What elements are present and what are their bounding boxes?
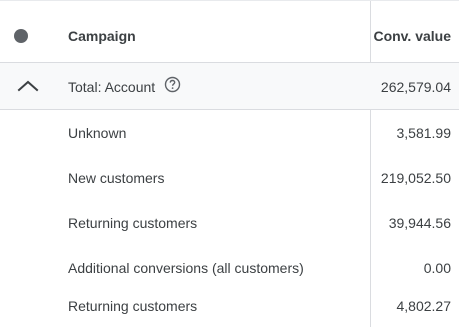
column-header-conv-value[interactable]: Conv. value <box>373 28 451 44</box>
row-value: 39,944.56 <box>388 215 451 231</box>
table-header: Campaign Conv. value <box>0 1 459 63</box>
status-dot-icon[interactable] <box>14 29 28 43</box>
column-header-campaign[interactable]: Campaign <box>68 28 136 44</box>
row-label: Additional conversions (all customers) <box>68 260 304 276</box>
row-label: New customers <box>68 170 165 186</box>
row-value: 219,052.50 <box>380 170 451 186</box>
row-label: Unknown <box>68 125 127 141</box>
total-value: 262,579.04 <box>380 79 451 95</box>
table-row: Returning customers 39,944.56 <box>0 201 459 245</box>
row-value: 4,802.27 <box>396 298 452 314</box>
row-label: Returning customers <box>68 298 198 314</box>
help-circle-icon[interactable] <box>164 76 181 93</box>
total-row: Total: Account 262,579.04 <box>0 63 459 110</box>
table-row: New customers 219,052.50 <box>0 156 459 200</box>
chevron-up-icon[interactable] <box>17 77 39 93</box>
table-row: Returning customers 4,802.27 <box>0 284 459 327</box>
row-value: 3,581.99 <box>396 125 452 141</box>
total-label: Total: Account <box>68 79 156 95</box>
table-row: Unknown 3,581.99 <box>0 111 459 155</box>
campaign-table: Campaign Conv. value Total: Account 262,… <box>0 0 459 327</box>
row-label: Returning customers <box>68 215 198 231</box>
row-value: 0.00 <box>423 260 451 276</box>
